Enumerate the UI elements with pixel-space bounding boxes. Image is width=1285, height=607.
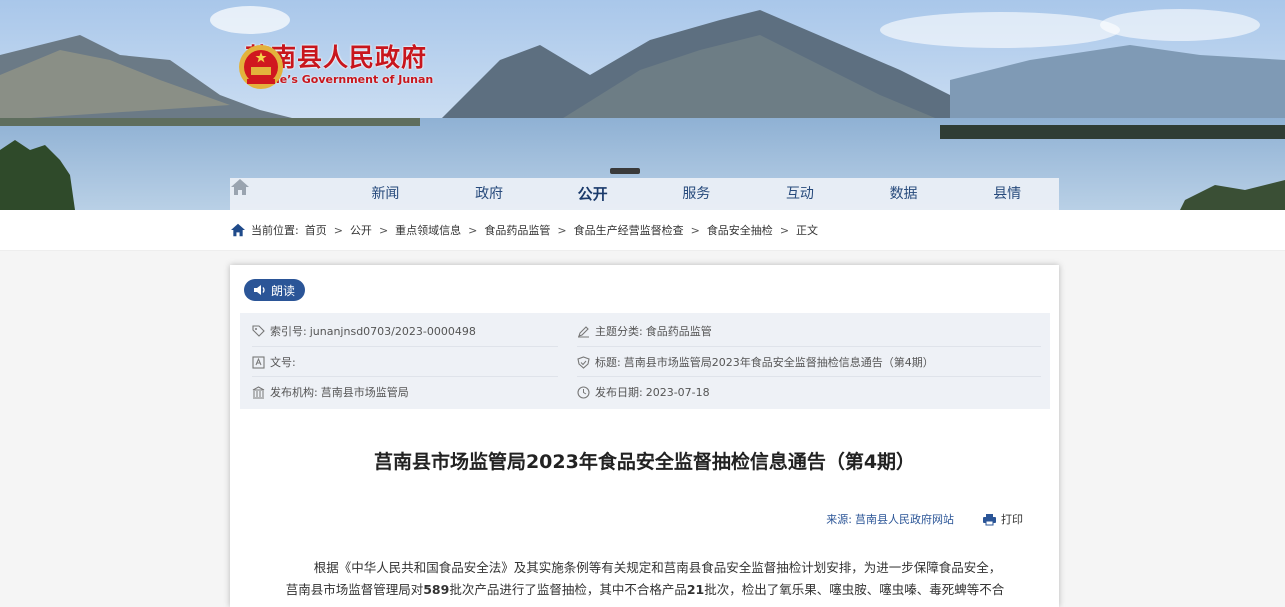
nav-news[interactable]: 新闻	[334, 178, 438, 210]
breadcrumb-separator: >	[378, 223, 389, 237]
breadcrumb-separator: >	[468, 223, 478, 237]
shield-check-icon	[577, 355, 590, 369]
breadcrumb-bar: 当前位置: 首页 > 公开 > 重点领域信息 > 食品药品监管 > 食品生产经营…	[0, 210, 1285, 251]
breadcrumb-home[interactable]: 首页	[305, 222, 327, 238]
breadcrumb-key-areas[interactable]: 重点领域信息	[395, 222, 461, 238]
article-body: 根据《中华人民共和国食品安全法》及其实施条例等有关规定和莒南县食品安全监督抽检计…	[274, 557, 1016, 601]
breadcrumb-separator: >	[690, 223, 700, 237]
source-label: 来源:	[826, 513, 852, 526]
meta-doc-number: 文号:	[252, 347, 299, 377]
home-icon	[231, 179, 249, 195]
source-value: 莒南县人民政府网站	[855, 513, 954, 526]
print-button[interactable]: 打印	[982, 511, 1023, 527]
paragraph: 根据《中华人民共和国食品安全法》及其实施条例等有关规定和莒南县食品安全监督抽检计…	[313, 560, 1002, 575]
main-nav: 新闻 政府 公开 服务 互动 数据 县情	[230, 178, 1059, 210]
paragraph: 莒南县市场监督管理局对589批次产品进行了监督抽检，其中不合格产品21批次，检出…	[285, 582, 1005, 597]
printer-icon	[983, 513, 996, 525]
pencil-icon	[577, 325, 590, 338]
building-icon	[252, 385, 265, 399]
nav-open[interactable]: 公开	[541, 178, 645, 210]
read-aloud-button[interactable]: 朗读	[244, 279, 306, 301]
document-icon	[252, 355, 265, 369]
metadata-table: 索引号: junanjnsd0703/2023-0000498 主题分类: 食品…	[240, 313, 1050, 409]
breadcrumb-open[interactable]: 公开	[350, 222, 372, 238]
breadcrumb-inspection[interactable]: 食品生产经营监督检查	[574, 222, 684, 238]
breadcrumb-separator: >	[557, 223, 567, 237]
home-icon	[231, 223, 245, 237]
nav-county-info[interactable]: 县情	[955, 178, 1059, 210]
breadcrumb-sampling[interactable]: 食品安全抽检	[707, 222, 773, 238]
breadcrumb-label: 当前位置:	[251, 224, 299, 237]
nav-service[interactable]: 服务	[645, 178, 749, 210]
breadcrumb-current: 正文	[796, 224, 819, 237]
nav-interact[interactable]: 互动	[748, 178, 852, 210]
clock-icon	[577, 385, 590, 399]
article-title: 莒南县市场监管局2023年食品安全监督抽检信息通告（第4期）	[373, 451, 916, 473]
meta-title: 标题: 莒南县市场监管局2023年食品安全监督抽检信息通告（第4期）	[577, 347, 934, 377]
tag-icon	[252, 324, 265, 338]
article-card: 朗读 索引号: junanjnsd0703/2023-0000498 主题分类:…	[230, 265, 1059, 607]
speaker-icon	[254, 285, 265, 295]
meta-topic: 主题分类: 食品药品监管	[577, 316, 712, 346]
breadcrumb-food-drug[interactable]: 食品药品监管	[484, 222, 550, 238]
breadcrumb: 当前位置: 首页 > 公开 > 重点领域信息 > 食品药品监管 > 食品生产经营…	[230, 222, 818, 238]
print-label: 打印	[1001, 513, 1023, 526]
site-logo[interactable]: 莒南县人民政府 People’s Government of Junan	[237, 43, 433, 89]
national-emblem-icon	[239, 45, 283, 89]
nav-government[interactable]: 政府	[437, 178, 541, 210]
breadcrumb-separator: >	[333, 223, 343, 237]
header-banner: 莒南县人民政府 People’s Government of Junan 新闻 …	[0, 0, 1285, 210]
meta-date: 发布日期: 2023-07-18	[577, 377, 710, 407]
nav-data[interactable]: 数据	[852, 178, 956, 210]
source-row: 来源: 莒南县人民政府网站 打印	[826, 511, 1023, 527]
read-aloud-label: 朗读	[271, 283, 296, 298]
breadcrumb-separator: >	[779, 223, 790, 237]
meta-publisher: 发布机构: 莒南县市场监管局	[252, 377, 409, 407]
meta-index: 索引号: junanjnsd0703/2023-0000498	[252, 316, 476, 346]
